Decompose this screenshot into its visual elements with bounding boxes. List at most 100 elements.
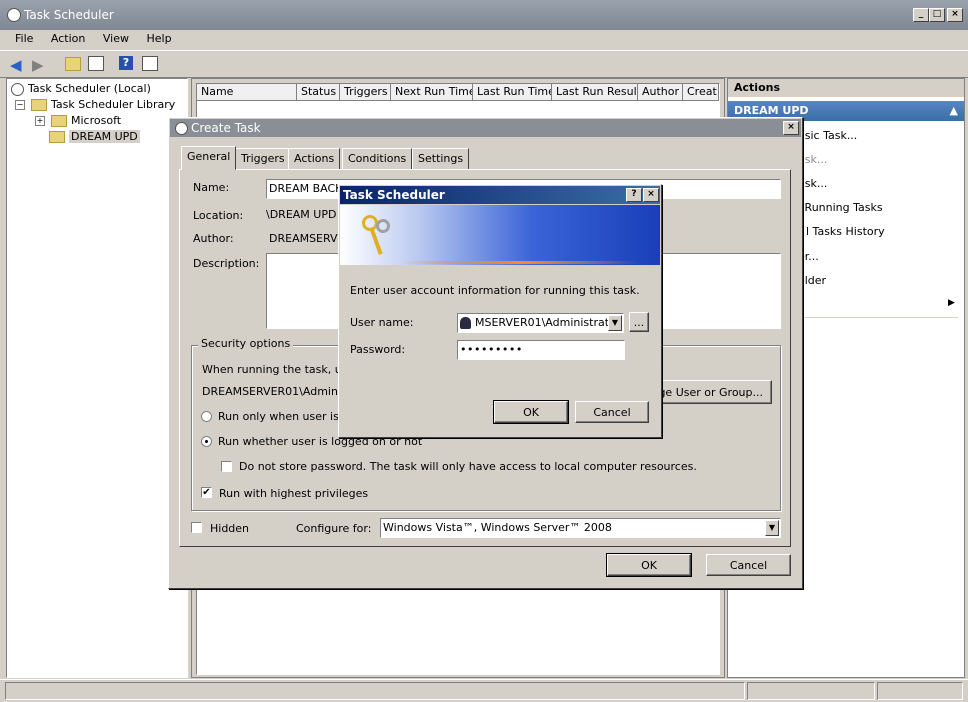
credential-cancel-button[interactable]: Cancel xyxy=(575,401,649,423)
column-last-run[interactable]: Last Run Time xyxy=(473,84,552,100)
clock-icon xyxy=(175,122,188,135)
tree-item-microsoft[interactable]: + Microsoft xyxy=(35,113,121,129)
expand-icon[interactable]: + xyxy=(35,116,45,126)
column-name[interactable]: Name xyxy=(197,84,297,100)
do-not-store-password-label: Do not store password. The task will onl… xyxy=(239,460,697,473)
tree-item-dream-upd[interactable]: DREAM UPD xyxy=(49,129,140,145)
folder-icon xyxy=(51,115,67,127)
status-panel-2 xyxy=(747,682,875,700)
author-value: DREAMSERVE xyxy=(269,232,345,245)
tree-item-library[interactable]: − Task Scheduler Library xyxy=(15,97,175,113)
configure-for-value: Windows Vista™, Windows Server™ 2008 xyxy=(383,521,612,534)
hidden-checkbox[interactable] xyxy=(191,522,202,533)
status-panel-main xyxy=(5,682,745,700)
password-field[interactable]: ••••••••• xyxy=(457,340,625,360)
action-tasks-history[interactable]: l Tasks History xyxy=(806,225,885,238)
highest-privileges-checkbox[interactable]: ✔ xyxy=(201,487,212,498)
password-label: Password: xyxy=(350,343,406,356)
maximize-button[interactable]: □ xyxy=(929,8,945,22)
column-created[interactable]: Creat xyxy=(683,84,719,100)
security-description: When running the task, us xyxy=(202,363,348,376)
tree-item-label: Task Scheduler (Local) xyxy=(28,82,151,95)
folder-icon xyxy=(31,99,47,111)
column-author[interactable]: Author xyxy=(638,84,683,100)
banner-accent xyxy=(400,261,640,264)
column-status[interactable]: Status xyxy=(297,84,340,100)
user-name-label: User name: xyxy=(350,316,414,329)
tree-item-label: Microsoft xyxy=(71,114,122,127)
tree-pane: Task Scheduler (Local) − Task Scheduler L… xyxy=(6,78,188,678)
up-folder-icon[interactable] xyxy=(65,57,81,71)
user-icon xyxy=(460,317,471,329)
create-task-title-bar[interactable]: Create Task × xyxy=(170,119,801,137)
action-create-basic-task[interactable]: asic Task... xyxy=(798,129,857,142)
tab-triggers[interactable]: Triggers xyxy=(235,148,291,170)
toolbar: ◀ ▶ ? xyxy=(0,50,968,78)
create-task-ok-button[interactable]: OK xyxy=(606,553,692,577)
hidden-label: Hidden xyxy=(210,522,250,535)
user-name-combo[interactable]: MSERVER01\Administrator xyxy=(457,313,624,333)
menu-file[interactable]: File xyxy=(15,32,33,45)
minimize-button[interactable]: _ xyxy=(913,8,929,22)
column-header-row: Name Status Triggers Next Run Time Last … xyxy=(197,84,719,101)
radio-run-whether-logged[interactable] xyxy=(201,436,212,447)
credential-ok-button[interactable]: OK xyxy=(493,400,569,424)
column-triggers[interactable]: Triggers xyxy=(340,84,391,100)
tab-actions[interactable]: Actions xyxy=(288,148,341,170)
help-icon[interactable]: ? xyxy=(119,56,133,70)
do-not-store-password-checkbox[interactable] xyxy=(221,461,232,472)
create-task-cancel-button[interactable]: Cancel xyxy=(706,554,791,576)
actions-header: Actions xyxy=(728,79,964,97)
configure-dropdown-icon[interactable]: ▼ xyxy=(765,520,779,536)
close-button[interactable]: × xyxy=(947,8,963,22)
status-bar xyxy=(0,679,968,702)
keys-icon xyxy=(362,215,396,257)
show-hide-tree-icon[interactable] xyxy=(88,56,104,71)
folder-icon xyxy=(49,131,65,143)
actions-section-label: DREAM UPD xyxy=(734,104,809,117)
location-label: Location: xyxy=(193,209,244,222)
tree-item-label: Task Scheduler Library xyxy=(51,98,176,111)
user-dropdown-icon[interactable]: ▼ xyxy=(608,315,622,331)
location-value: \DREAM UPD xyxy=(266,208,337,221)
clock-icon xyxy=(7,8,21,22)
credential-help-button[interactable]: ? xyxy=(626,188,642,202)
tab-conditions[interactable]: Conditions xyxy=(342,148,413,170)
tab-general[interactable]: General xyxy=(181,146,237,170)
tree-item-label: DREAM UPD xyxy=(69,130,140,143)
submenu-arrow-icon[interactable]: ▶ xyxy=(948,298,955,308)
credential-dialog: Task Scheduler ? × Enter user account in… xyxy=(338,184,662,438)
credential-title-bar[interactable]: Task Scheduler ? × xyxy=(340,186,660,204)
main-window-title: Task Scheduler xyxy=(24,8,114,22)
collapse-up-icon[interactable]: ▲ xyxy=(950,101,958,121)
collapse-icon[interactable]: − xyxy=(15,100,25,110)
action-running-tasks[interactable]: l Running Tasks xyxy=(798,201,883,214)
radio-run-logged-on-label: Run only when user is l xyxy=(218,410,346,423)
action-separator xyxy=(798,317,958,318)
browse-user-button[interactable]: ... xyxy=(629,312,649,332)
main-title-bar[interactable]: Task Scheduler _ □ × xyxy=(0,0,968,30)
back-arrow-icon[interactable]: ◀ xyxy=(10,56,22,74)
menu-action[interactable]: Action xyxy=(51,32,85,45)
credential-close-button[interactable]: × xyxy=(643,188,659,202)
menu-bar: File Action View Help xyxy=(0,30,968,48)
column-next-run[interactable]: Next Run Time xyxy=(391,84,473,100)
create-task-title: Create Task xyxy=(191,121,261,135)
create-task-close-button[interactable]: × xyxy=(783,121,799,135)
credential-banner xyxy=(340,205,660,265)
menu-help[interactable]: Help xyxy=(146,32,171,45)
menu-view[interactable]: View xyxy=(103,32,129,45)
forward-arrow-icon[interactable]: ▶ xyxy=(32,56,44,74)
tab-settings[interactable]: Settings xyxy=(412,148,470,170)
security-account: DREAMSERVER01\Admini xyxy=(202,385,341,398)
configure-for-label: Configure for: xyxy=(296,522,372,535)
radio-run-logged-on[interactable] xyxy=(201,411,212,422)
name-label: Name: xyxy=(193,181,230,194)
tree-item-root[interactable]: Task Scheduler (Local) xyxy=(11,81,151,97)
highest-privileges-label: Run with highest privileges xyxy=(219,487,369,500)
column-last-result[interactable]: Last Run Result xyxy=(552,84,638,100)
user-name-value: MSERVER01\Administrator xyxy=(475,316,621,329)
configure-for-select[interactable]: Windows Vista™, Windows Server™ 2008 xyxy=(380,518,781,538)
action-pane-icon[interactable] xyxy=(142,56,158,71)
credential-title: Task Scheduler xyxy=(343,188,445,202)
